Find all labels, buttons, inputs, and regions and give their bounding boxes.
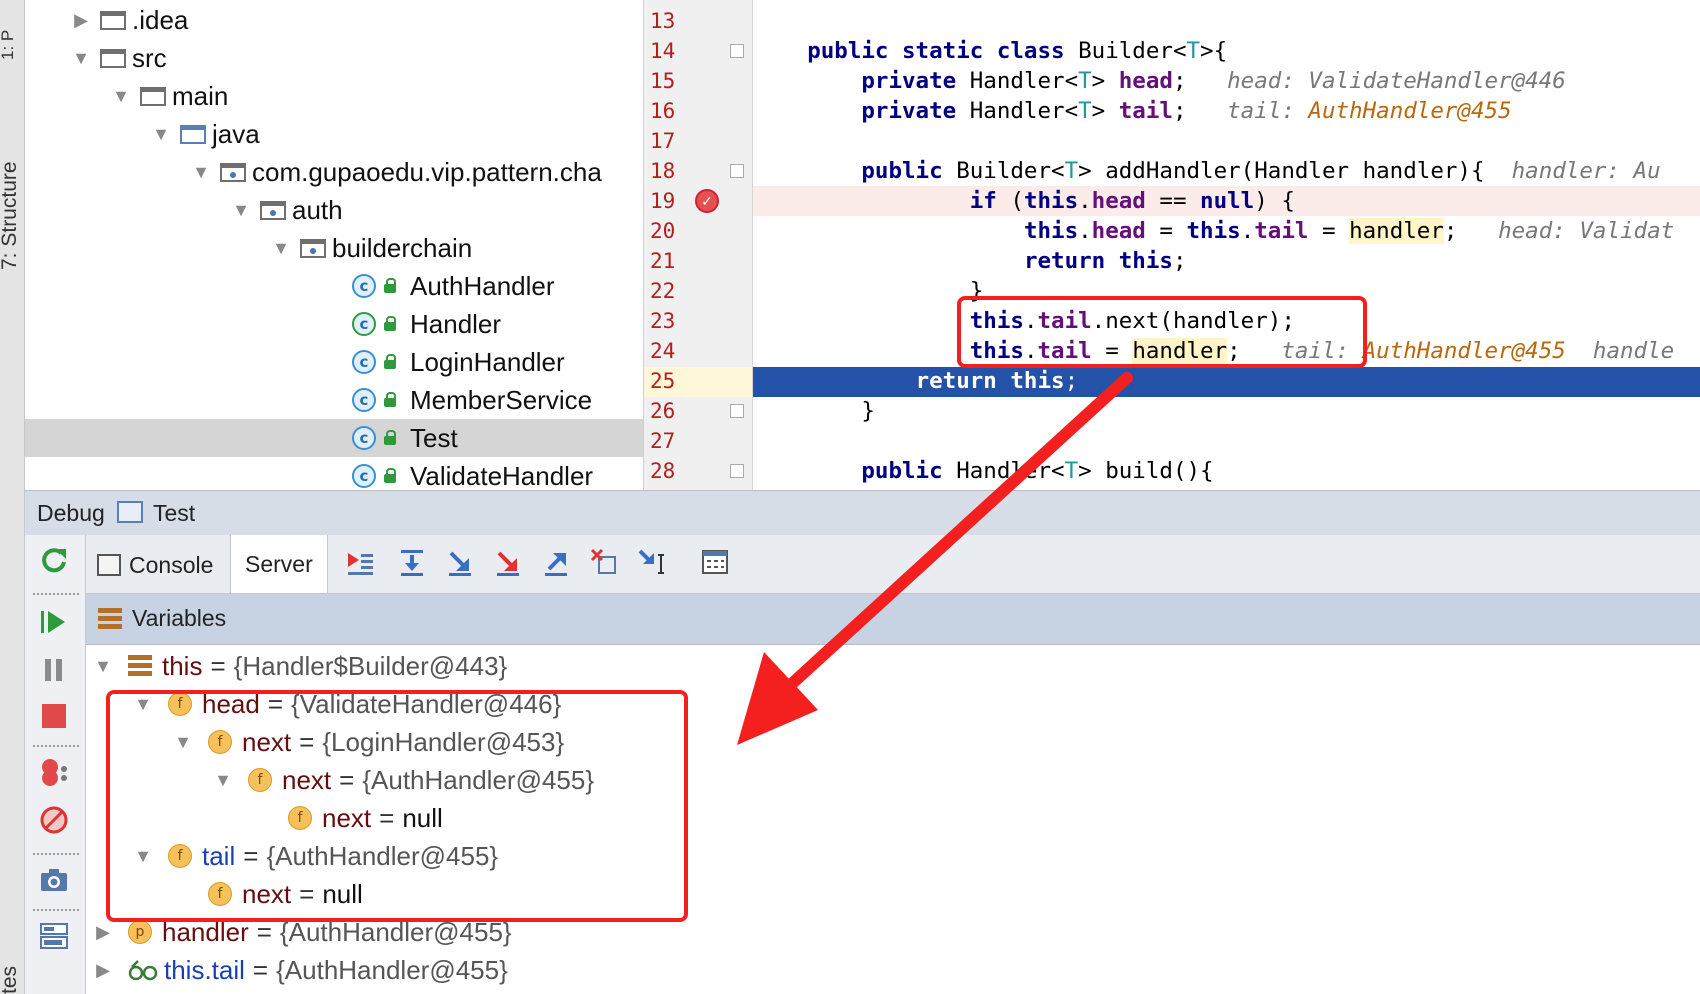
annotation-arrow <box>737 372 1133 745</box>
